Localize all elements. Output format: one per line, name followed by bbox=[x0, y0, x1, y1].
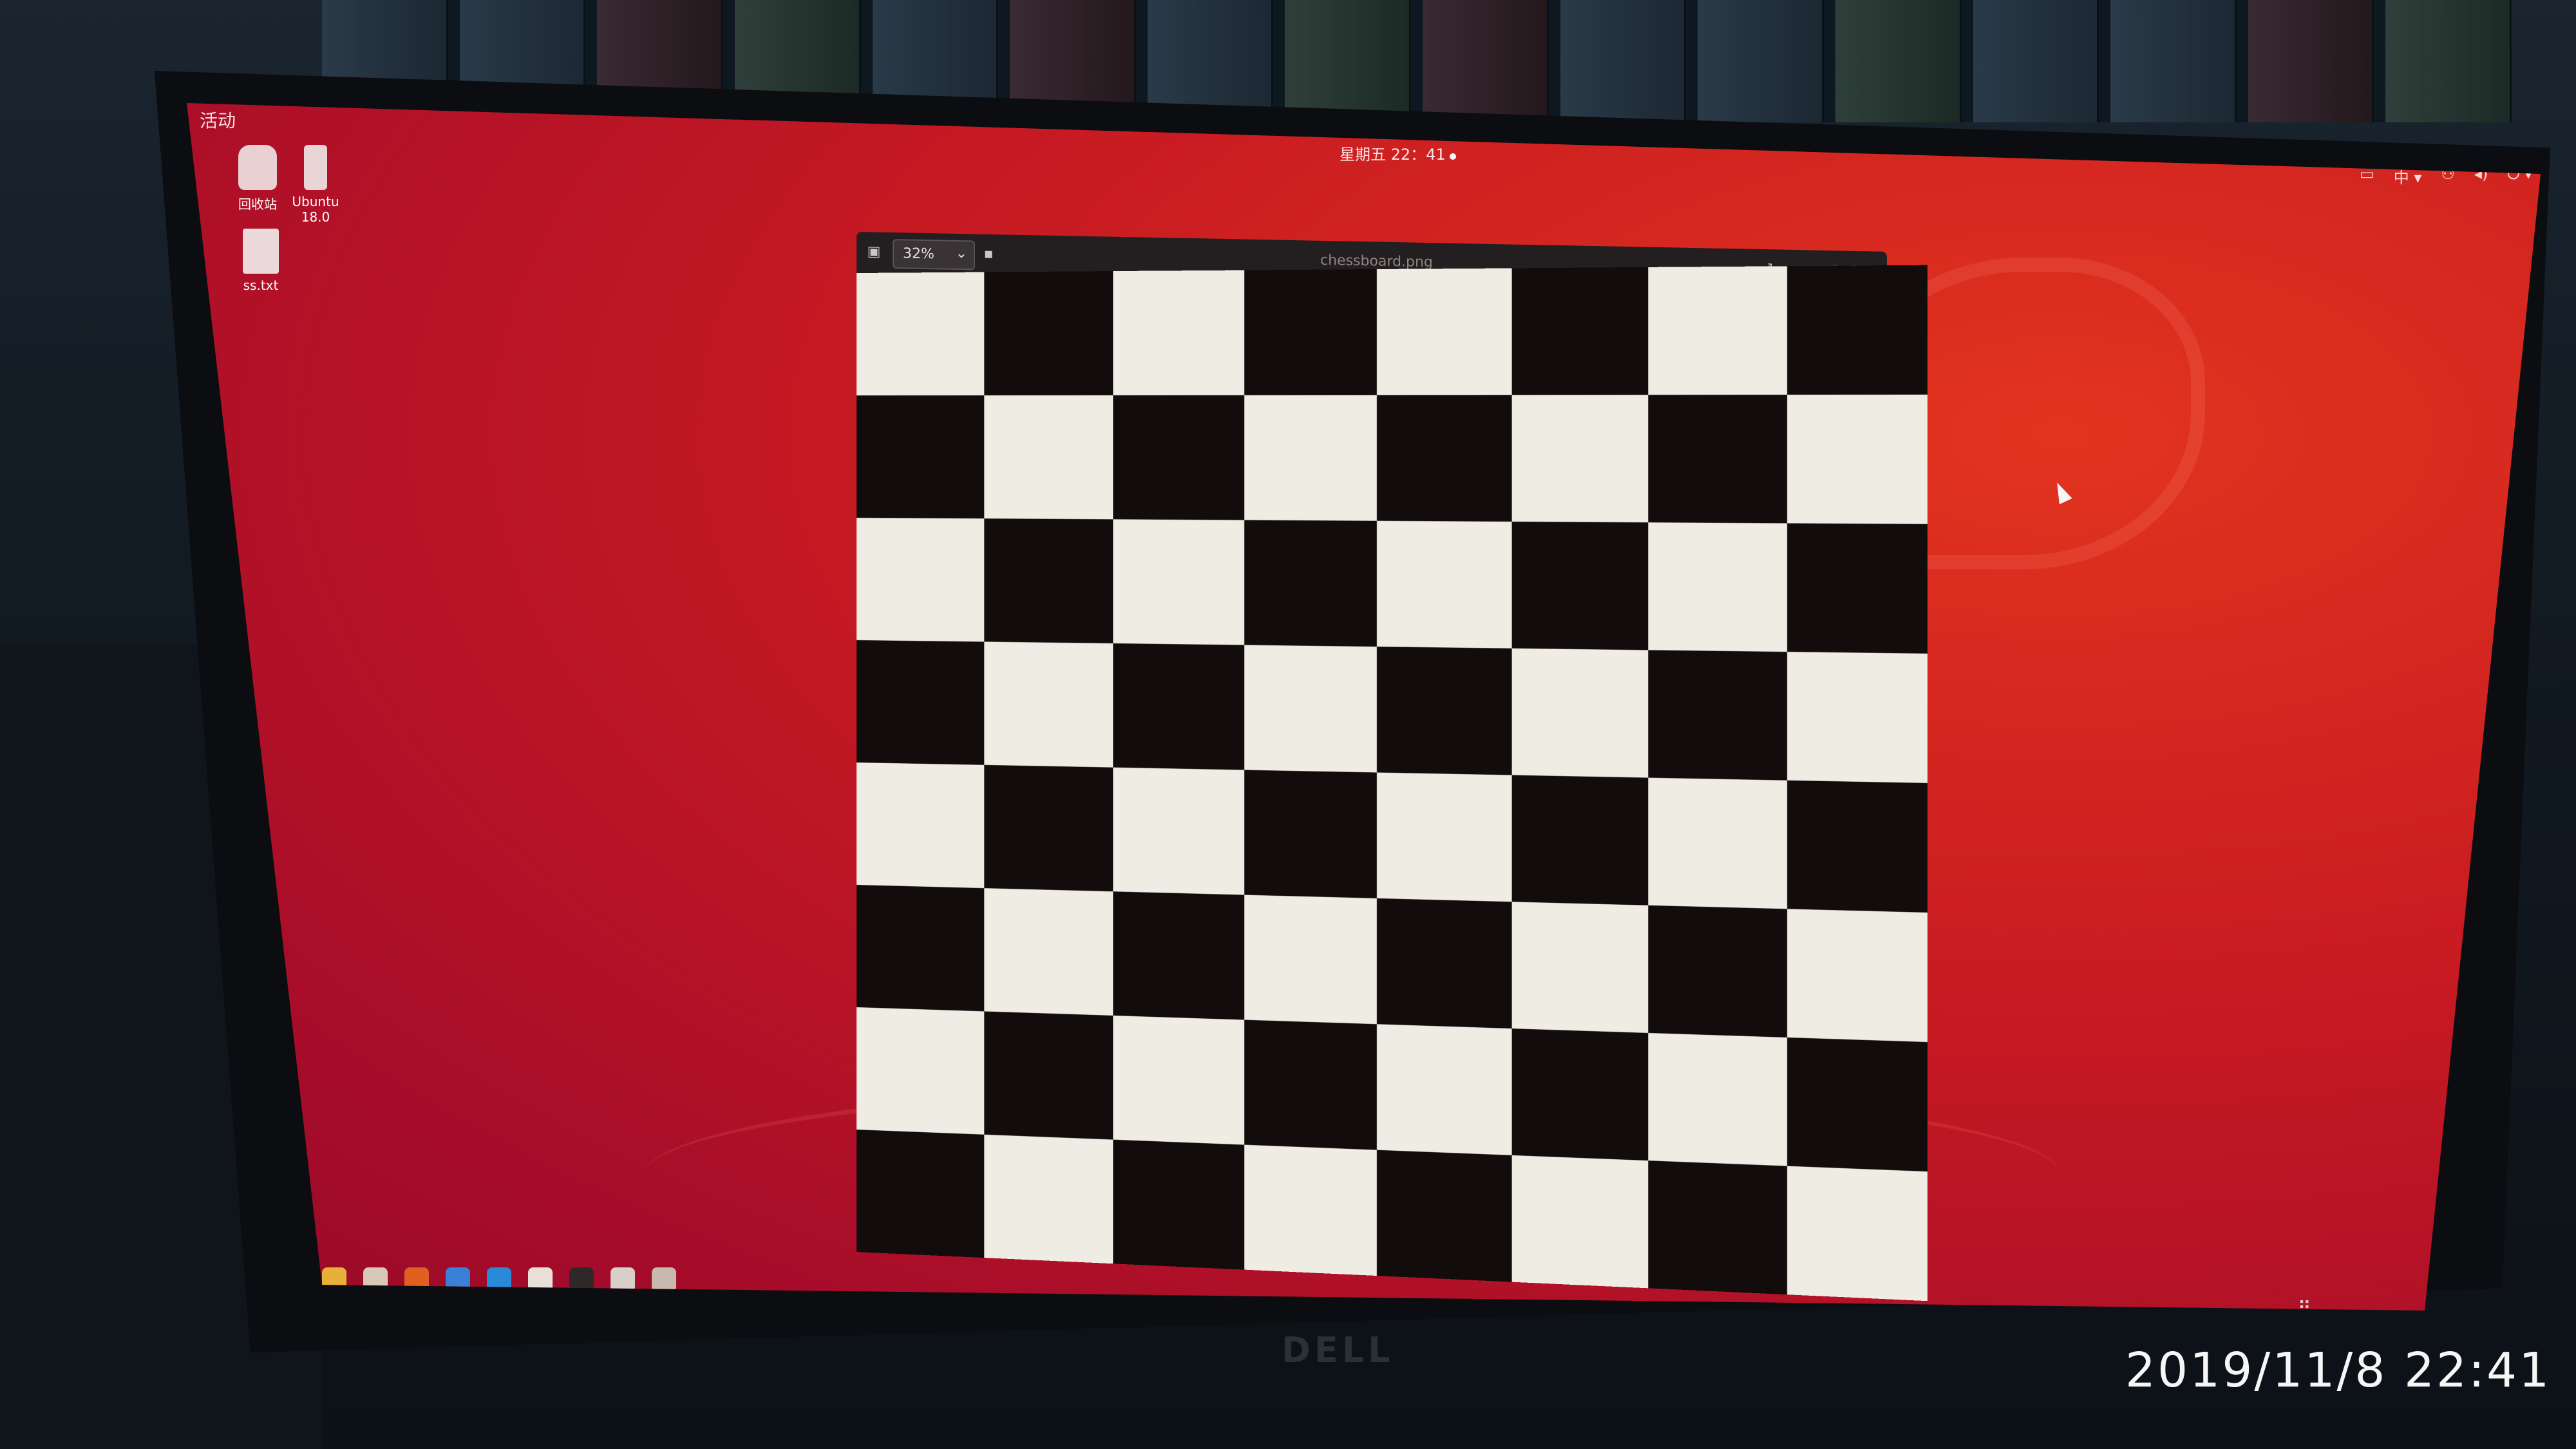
white-square bbox=[857, 1007, 984, 1135]
desktop-icon-ss-txt[interactable]: ss.txt bbox=[225, 229, 296, 293]
black-square bbox=[983, 1011, 1113, 1140]
notification-dot bbox=[1449, 153, 1456, 160]
white-square bbox=[1511, 648, 1649, 778]
black-square bbox=[983, 764, 1113, 892]
black-square bbox=[1648, 394, 1787, 524]
black-square bbox=[1244, 269, 1377, 395]
white-square bbox=[1376, 520, 1512, 649]
desktop-icon-label: Ubuntu 18.0 bbox=[292, 194, 339, 225]
black-square bbox=[1511, 775, 1649, 905]
white-square bbox=[1786, 1166, 1927, 1302]
gallery-icon[interactable]: ▪ bbox=[980, 246, 997, 263]
screenshot-icon[interactable] bbox=[652, 1267, 676, 1292]
black-square bbox=[1376, 898, 1512, 1029]
white-square bbox=[857, 272, 984, 395]
white-square bbox=[1511, 902, 1649, 1033]
black-square bbox=[857, 885, 984, 1012]
white-square bbox=[983, 395, 1113, 520]
white-square bbox=[1648, 266, 1787, 395]
white-square bbox=[1376, 1024, 1512, 1155]
image-viewer-icon[interactable] bbox=[611, 1267, 635, 1292]
black-square bbox=[1244, 1019, 1377, 1150]
black-square bbox=[1113, 891, 1244, 1020]
black-square bbox=[1511, 1028, 1649, 1161]
chevron-down-icon: ⌄ bbox=[955, 245, 967, 262]
window-title: chessboard.png bbox=[1320, 252, 1433, 271]
text-file-icon bbox=[243, 229, 279, 274]
sidebar-toggle-icon[interactable]: ▣ bbox=[866, 243, 882, 260]
monitor-brand-logo: DELL bbox=[1282, 1330, 1394, 1370]
zoom-select[interactable]: 32% ⌄ bbox=[893, 239, 975, 270]
white-square bbox=[1113, 519, 1244, 645]
white-square bbox=[1376, 268, 1512, 395]
black-square bbox=[1113, 1139, 1244, 1270]
white-square bbox=[1648, 777, 1787, 909]
white-square bbox=[1113, 270, 1244, 395]
desktop-icon-label: ss.txt bbox=[243, 278, 279, 293]
white-square bbox=[1786, 909, 1927, 1043]
white-square bbox=[1244, 395, 1377, 521]
black-square bbox=[1786, 780, 1927, 913]
white-square bbox=[983, 888, 1113, 1016]
white-square bbox=[1244, 895, 1377, 1025]
black-square bbox=[983, 518, 1113, 643]
white-square bbox=[1648, 1032, 1787, 1166]
chessboard-image bbox=[857, 265, 1927, 1302]
white-square bbox=[1376, 772, 1512, 902]
white-square bbox=[1113, 1015, 1244, 1145]
white-square bbox=[983, 641, 1113, 768]
black-square bbox=[1376, 1150, 1512, 1282]
black-square bbox=[1648, 1160, 1787, 1295]
usb-drive-icon bbox=[304, 145, 327, 190]
activities-button[interactable]: 活动 bbox=[200, 107, 236, 133]
black-square bbox=[983, 271, 1113, 395]
clock[interactable]: 星期五 22：41 bbox=[1340, 142, 1456, 164]
desktop-screen: 活动 星期五 22：41 ▭ 中 ▾ ⚇ ◂) ⏻ ▾ 回收站 Ubuntu 1… bbox=[187, 103, 2541, 1311]
black-square bbox=[1113, 395, 1244, 520]
black-square bbox=[1376, 647, 1512, 775]
white-square bbox=[1511, 395, 1649, 523]
white-square bbox=[1786, 394, 1927, 524]
white-square bbox=[1244, 1144, 1377, 1276]
black-square bbox=[1648, 650, 1787, 781]
white-square bbox=[1511, 1155, 1649, 1289]
black-square bbox=[1244, 520, 1377, 647]
black-square bbox=[1244, 770, 1377, 898]
white-square bbox=[1786, 652, 1927, 783]
white-square bbox=[857, 518, 984, 642]
black-square bbox=[1113, 643, 1244, 770]
white-square bbox=[1113, 767, 1244, 895]
photo-timestamp: 2019/11/8 22:41 bbox=[2125, 1343, 2552, 1398]
white-square bbox=[1648, 522, 1787, 652]
white-square bbox=[983, 1134, 1113, 1264]
black-square bbox=[857, 640, 984, 765]
black-square bbox=[1376, 395, 1512, 522]
black-square bbox=[1786, 523, 1927, 654]
desktop-icon-usb-drive[interactable]: Ubuntu 18.0 bbox=[280, 145, 351, 225]
black-square bbox=[857, 395, 984, 519]
black-square bbox=[1786, 265, 1927, 395]
image-viewer-window[interactable]: ▣ 32% ⌄ ▪ chessboard.png ⤢ ≡ bbox=[857, 232, 1927, 1302]
black-square bbox=[1511, 267, 1649, 395]
trash-icon bbox=[238, 145, 277, 190]
black-square bbox=[857, 1130, 984, 1258]
black-square bbox=[1786, 1037, 1927, 1172]
white-square bbox=[857, 762, 984, 889]
black-square bbox=[1648, 905, 1787, 1037]
black-square bbox=[1511, 521, 1649, 650]
white-square bbox=[1244, 645, 1377, 773]
